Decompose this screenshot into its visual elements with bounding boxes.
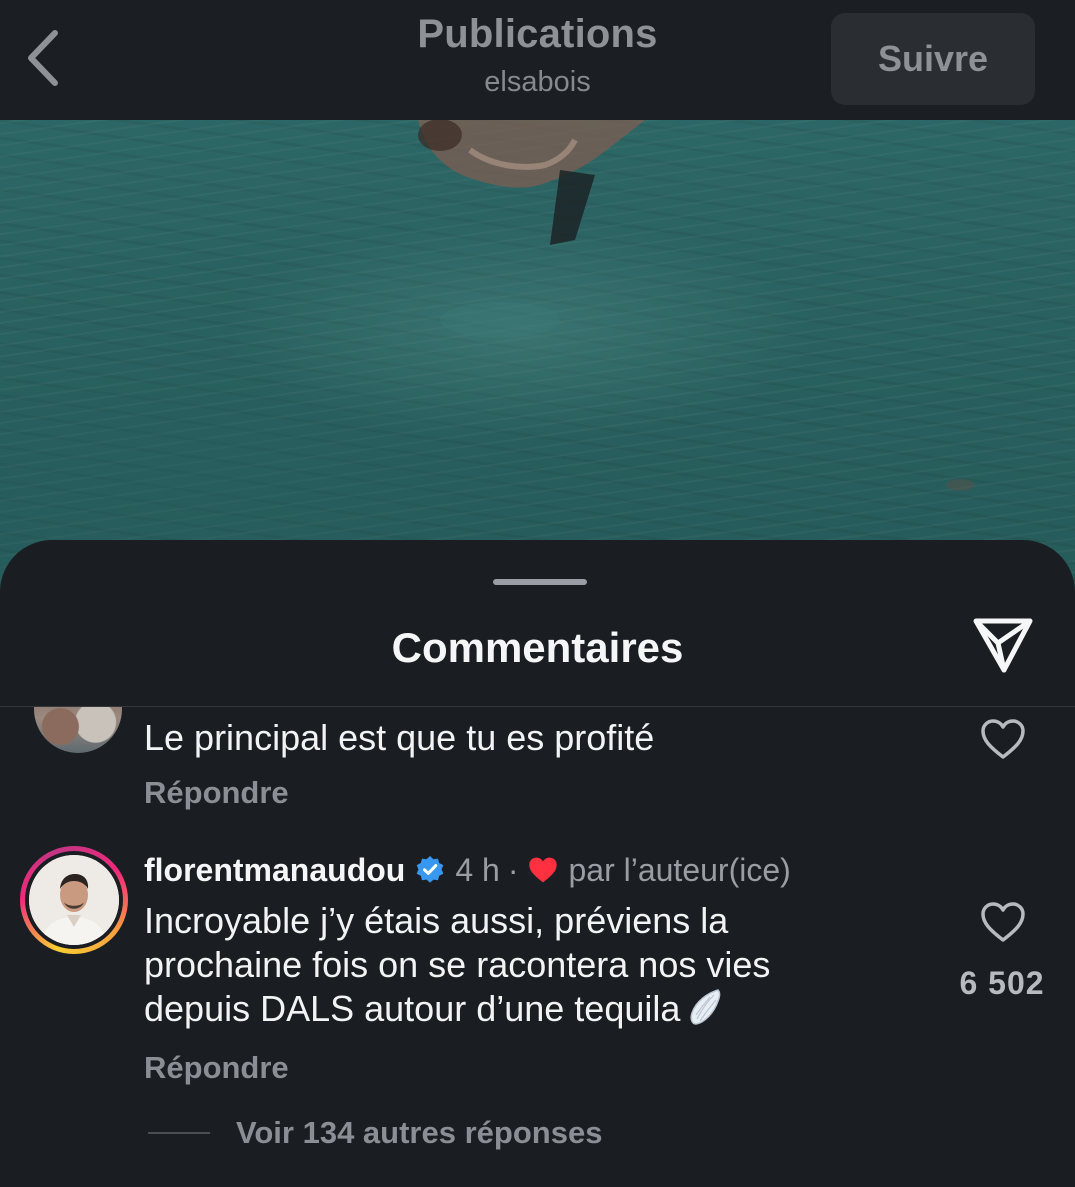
reply-button[interactable]: Répondre <box>144 775 289 811</box>
heart-outline-icon <box>981 719 1025 759</box>
comments-title: Commentaires <box>391 624 684 671</box>
follow-button[interactable]: Suivre <box>831 13 1035 105</box>
heart-filled-icon <box>529 857 558 883</box>
comments-list[interactable]: Le principal est que tu es profité Répon… <box>0 707 1075 1187</box>
comment-text: Incroyable j’y étais aussi, préviens la … <box>144 900 771 1029</box>
like-button[interactable] <box>975 894 1031 950</box>
comment-text: Le principal est que tu es profité <box>144 717 655 758</box>
story-avatar[interactable] <box>20 846 128 954</box>
view-replies-label: Voir 134 autres réponses <box>236 1115 603 1150</box>
avatar[interactable] <box>34 707 122 753</box>
wing-icon <box>690 989 721 1025</box>
comment-meta: florentmanaudou 4 h · par l’auteur(ice) <box>144 850 791 890</box>
comments-sheet: Commentaires Le principal est que tu es … <box>0 540 1075 1180</box>
verified-badge-icon <box>417 856 444 883</box>
avatar <box>29 855 119 945</box>
comment-username[interactable]: florentmanaudou <box>144 852 405 889</box>
comment-time: 4 h <box>455 851 500 888</box>
like-button[interactable] <box>975 711 1031 767</box>
replies-divider-line <box>148 1132 210 1134</box>
top-nav-bar: Publications elsabois Suivre <box>0 0 1075 120</box>
share-button[interactable] <box>966 612 1040 678</box>
sheet-drag-handle[interactable] <box>493 579 587 585</box>
view-more-replies-button[interactable]: Voir 134 autres réponses <box>148 1115 602 1151</box>
like-count: 6 502 <box>959 965 1045 1001</box>
meta-separator: · <box>507 851 519 888</box>
profile-photo <box>29 855 119 945</box>
paper-plane-icon <box>973 618 1033 673</box>
heart-outline-icon <box>981 902 1025 942</box>
liked-by-author-label: par l’auteur(ice) <box>568 851 791 888</box>
reply-button[interactable]: Répondre <box>144 1050 289 1086</box>
